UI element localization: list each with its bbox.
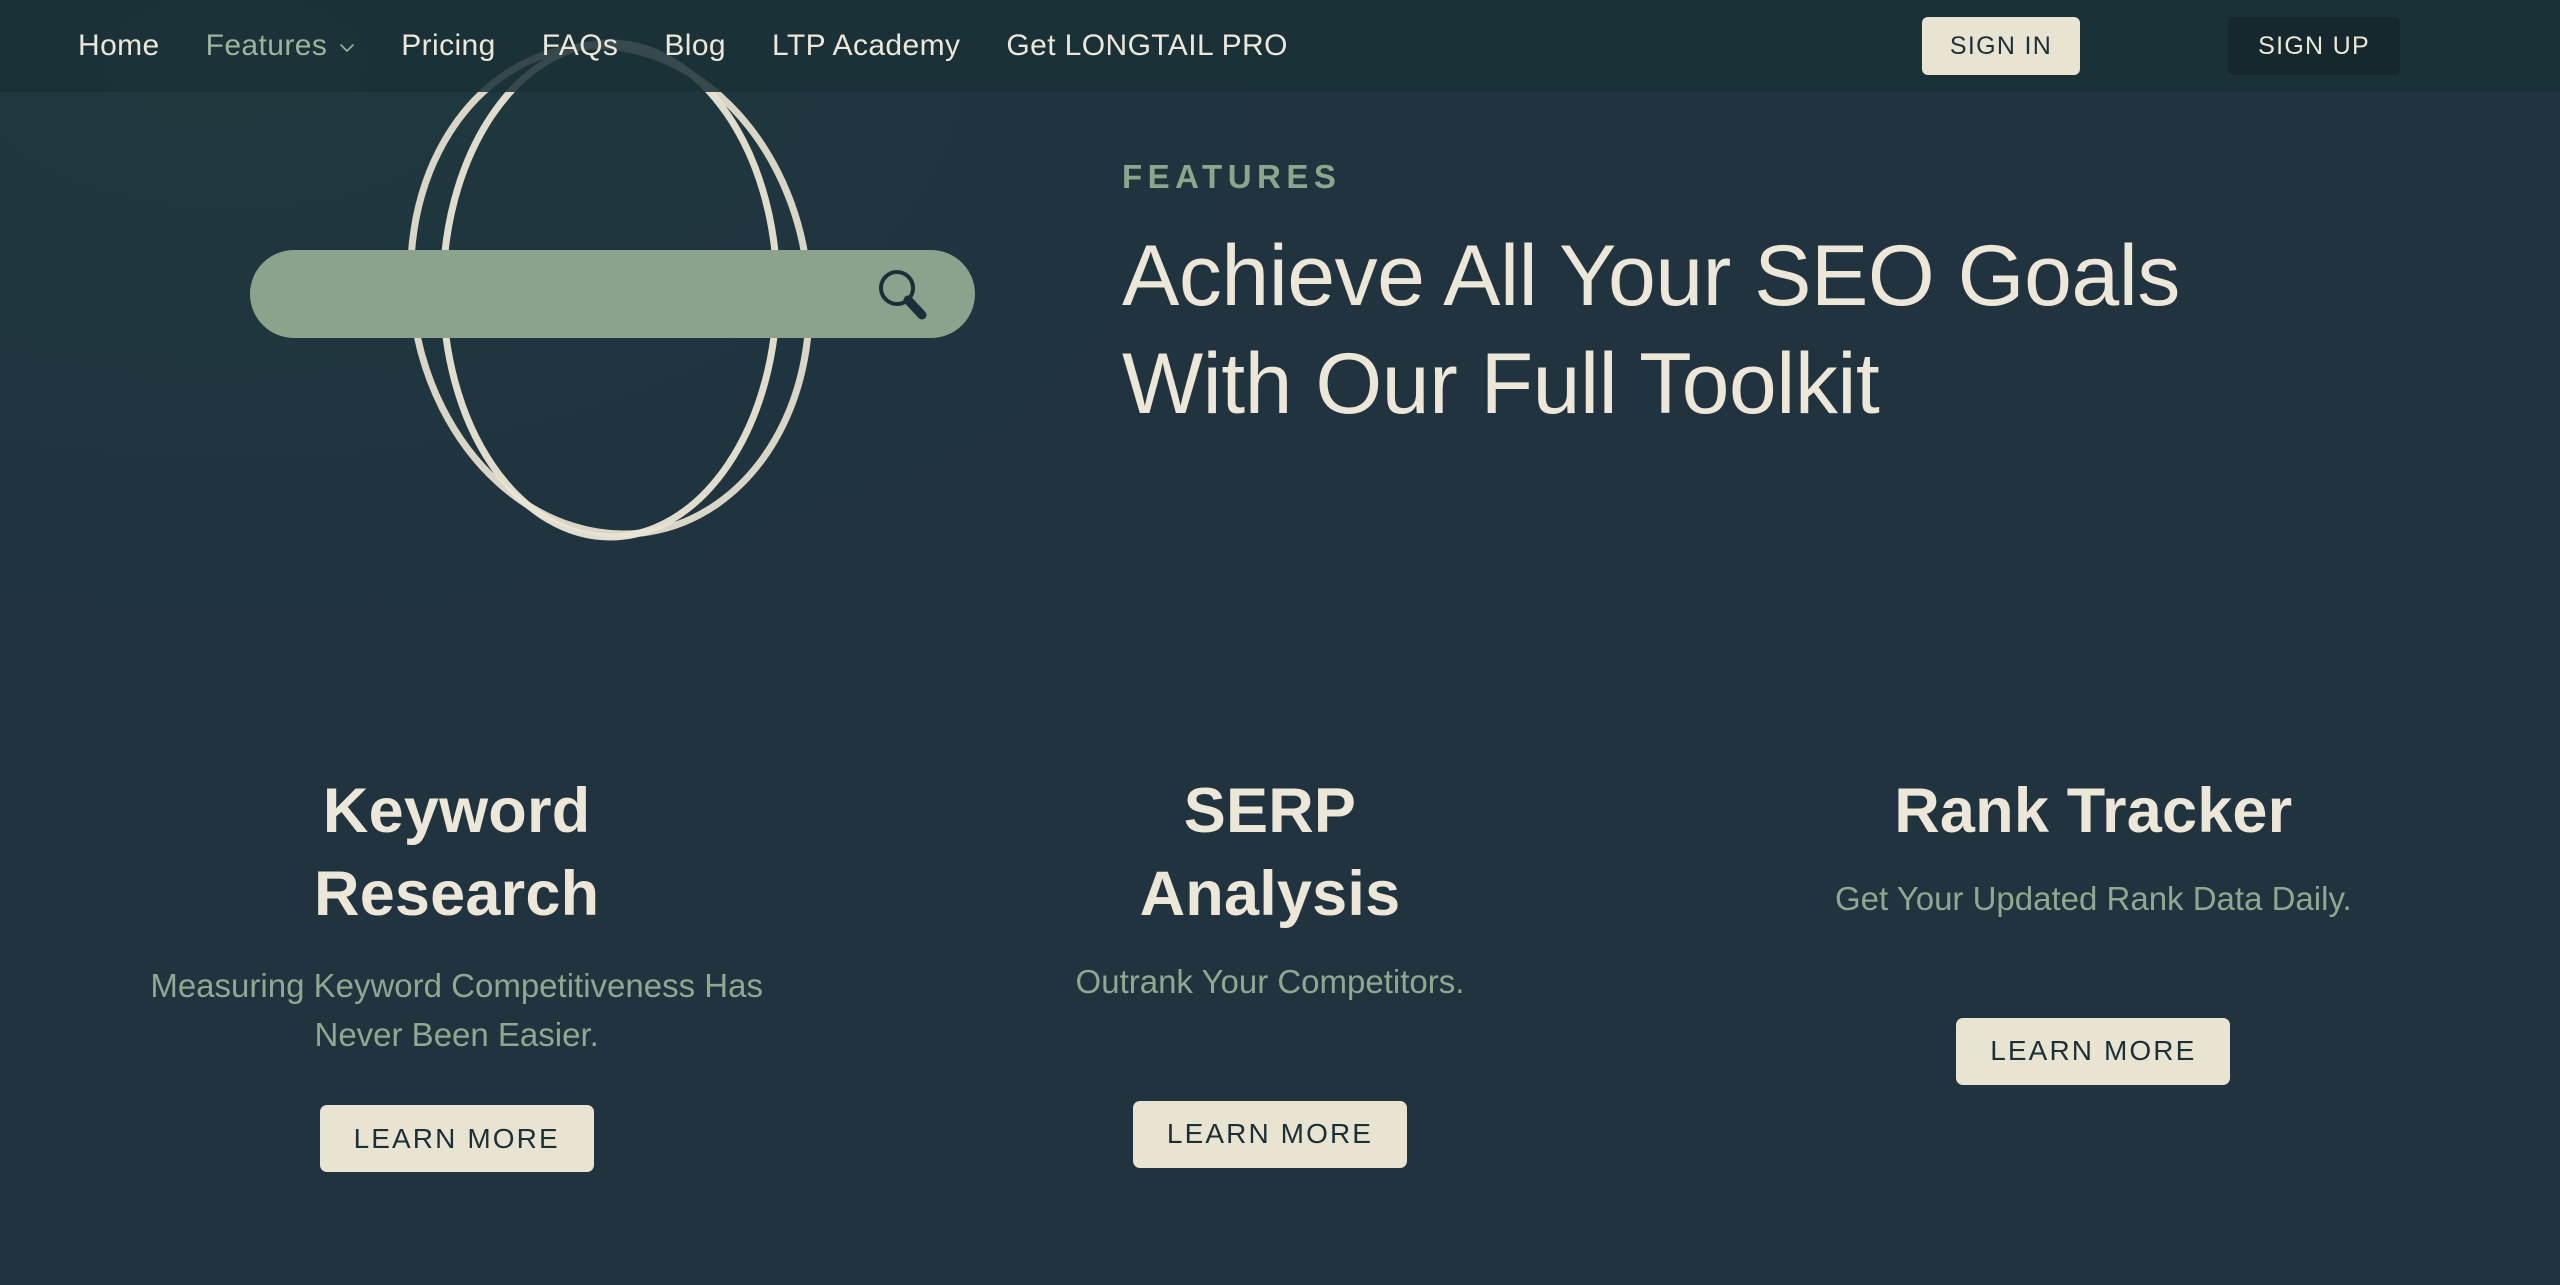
feature-card-serp-analysis: SERP Analysis Outrank Your Competitors. …	[843, 770, 1696, 1172]
nav-link-home[interactable]: Home	[78, 29, 160, 63]
feature-card-rank-tracker: Rank Tracker Get Your Updated Rank Data …	[1667, 770, 2520, 1172]
nav-link-label: Home	[78, 29, 160, 62]
nav-link-get-longtail-pro[interactable]: Get LONGTAIL PRO	[1006, 29, 1287, 63]
feature-title: Rank Tracker	[1894, 776, 2293, 846]
feature-description: Get Your Updated Rank Data Daily.	[1834, 880, 2352, 918]
nav-link-label: LTP Academy	[772, 29, 961, 62]
hero-title-line-2: With Our Full Toolkit	[1122, 336, 1880, 433]
sign-in-button[interactable]: SIGN IN	[1921, 17, 2081, 75]
nav-link-pricing[interactable]: Pricing	[401, 29, 496, 63]
nav-link-blog[interactable]: Blog	[664, 29, 726, 63]
feature-title: SERP Analysis	[1139, 776, 1401, 930]
learn-more-button-keyword-research[interactable]: LEARN MORE	[319, 1105, 594, 1173]
hero-copy: FEATURES Achieve All Your SEO Goals With…	[1122, 158, 2442, 439]
feature-columns: Keyword Research Measuring Keyword Compe…	[0, 770, 2560, 1173]
nav-link-label: Get LONGTAIL PRO	[1006, 29, 1288, 62]
nav-link-features[interactable]: Features	[206, 29, 356, 63]
nav-link-label: Pricing	[401, 29, 496, 62]
nav-links: Home Features Pricing FAQs Blog LTP Acad…	[78, 29, 1288, 63]
nav-link-faqs[interactable]: FAQs	[542, 29, 619, 63]
learn-more-button-serp-analysis[interactable]: LEARN MORE	[1132, 1100, 1408, 1168]
chevron-down-icon	[339, 40, 355, 56]
learn-more-button-rank-tracker[interactable]: LEARN MORE	[1956, 1017, 2231, 1085]
feature-title: Keyword Research	[314, 776, 600, 930]
search-icon	[873, 265, 931, 323]
nav-link-label: Blog	[664, 29, 726, 62]
page-root: Home Features Pricing FAQs Blog LTP Acad…	[0, 0, 2560, 1285]
page-title: Achieve All Your SEO Goals With Our Full…	[1122, 222, 2442, 439]
hero-search-bar[interactable]	[250, 250, 975, 338]
top-navigation: Home Features Pricing FAQs Blog LTP Acad…	[0, 0, 2560, 92]
hero-eyebrow: FEATURES	[1122, 158, 1342, 195]
nav-link-ltp-academy[interactable]: LTP Academy	[772, 29, 960, 63]
nav-link-label: Features	[205, 29, 328, 62]
hero-title-line-1: Achieve All Your SEO Goals	[1122, 228, 2180, 324]
feature-description: Outrank Your Competitors.	[1075, 963, 1465, 1001]
nav-actions: SIGN IN SIGN UP	[1921, 17, 2400, 75]
feature-description: Measuring Keyword Competitiveness Has Ne…	[150, 967, 763, 1053]
sign-up-button[interactable]: SIGN UP	[2228, 17, 2400, 75]
feature-card-keyword-research: Keyword Research Measuring Keyword Compe…	[30, 770, 883, 1173]
nav-link-label: FAQs	[541, 29, 619, 62]
